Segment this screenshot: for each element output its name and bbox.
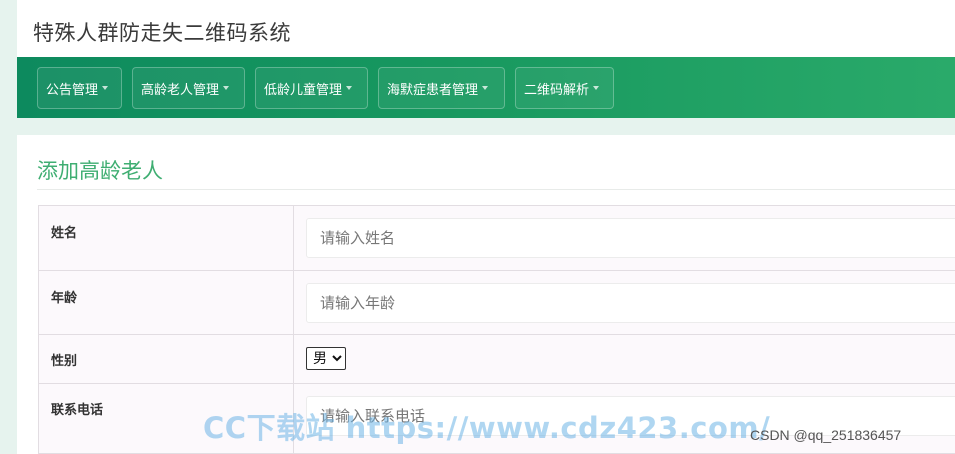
age-input[interactable] [306,283,955,323]
add-elderly-form: 姓名 年龄 性别 男 联系电话 [38,205,955,454]
app-header: 特殊人群防走失二维码系统 [17,0,955,57]
nav-item-announcements[interactable]: 公告管理 [37,67,122,109]
nav-item-label: 海默症患者管理 [387,82,479,98]
caret-down-icon [346,86,353,90]
gender-select[interactable]: 男 [306,347,346,370]
main-navbar: 公告管理 高龄老人管理 低龄儿童管理 海默症患者管理 二维码解析 [17,57,955,118]
nav-item-label: 低龄儿童管理 [264,82,343,98]
form-label-name: 姓名 [38,205,294,271]
form-field-cell [293,383,955,454]
form-label-gender: 性别 [38,334,294,384]
form-label-phone: 联系电话 [38,383,294,454]
panel-title: 添加高龄老人 [37,159,163,183]
form-row-phone: 联系电话 [38,383,955,454]
nav-item-qrcode[interactable]: 二维码解析 [515,67,614,109]
app-title: 特殊人群防走失二维码系统 [33,21,291,45]
caret-down-icon [482,86,489,90]
nav-item-label: 公告管理 [46,82,99,98]
caret-down-icon [102,86,109,90]
nav-item-label: 二维码解析 [524,82,590,98]
form-row-gender: 性别 男 [38,334,955,384]
form-field-cell [293,205,955,271]
nav-item-label: 高龄老人管理 [141,82,220,98]
caret-down-icon [593,86,600,90]
form-row-name: 姓名 [38,205,955,271]
form-field-cell: 男 [293,334,955,384]
form-field-cell [293,270,955,335]
caret-down-icon [223,86,230,90]
nav-item-children[interactable]: 低龄儿童管理 [255,67,368,109]
nav-item-elderly[interactable]: 高龄老人管理 [132,67,245,109]
phone-input[interactable] [306,396,955,436]
name-input[interactable] [306,218,955,258]
nav-item-alzheimers[interactable]: 海默症患者管理 [378,67,505,109]
add-elderly-panel: 添加高龄老人 姓名 年龄 性别 男 联系电话 [17,135,955,454]
form-label-age: 年龄 [38,270,294,335]
panel-divider [37,189,955,190]
form-row-age: 年龄 [38,270,955,335]
